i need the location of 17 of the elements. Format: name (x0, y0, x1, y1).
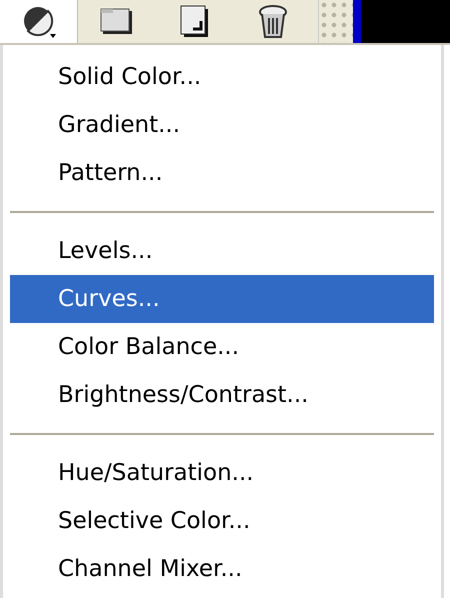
trash-icon (258, 4, 288, 40)
menu-item[interactable]: Channel Mixer... (10, 545, 434, 593)
grip-icon[interactable] (318, 0, 353, 43)
window-border (353, 0, 361, 43)
menu-item[interactable]: Levels... (10, 227, 434, 275)
page-icon (180, 4, 210, 38)
menu-item[interactable]: Selective Color... (10, 497, 434, 545)
toolbar-button[interactable] (0, 0, 78, 43)
menu-item[interactable]: Gradient... (10, 101, 434, 149)
half-circle-icon (22, 4, 56, 38)
menu-item[interactable]: Pattern... (10, 149, 434, 197)
menu-item[interactable]: Brightness/Contrast... (10, 371, 434, 419)
menu-item[interactable]: Curves... (10, 275, 434, 323)
menu-item[interactable]: Solid Color... (10, 53, 434, 101)
menu-item[interactable]: Color Balance... (10, 323, 434, 371)
menu-item[interactable]: Hue/Saturation... (10, 449, 434, 497)
folder-icon (100, 8, 134, 36)
